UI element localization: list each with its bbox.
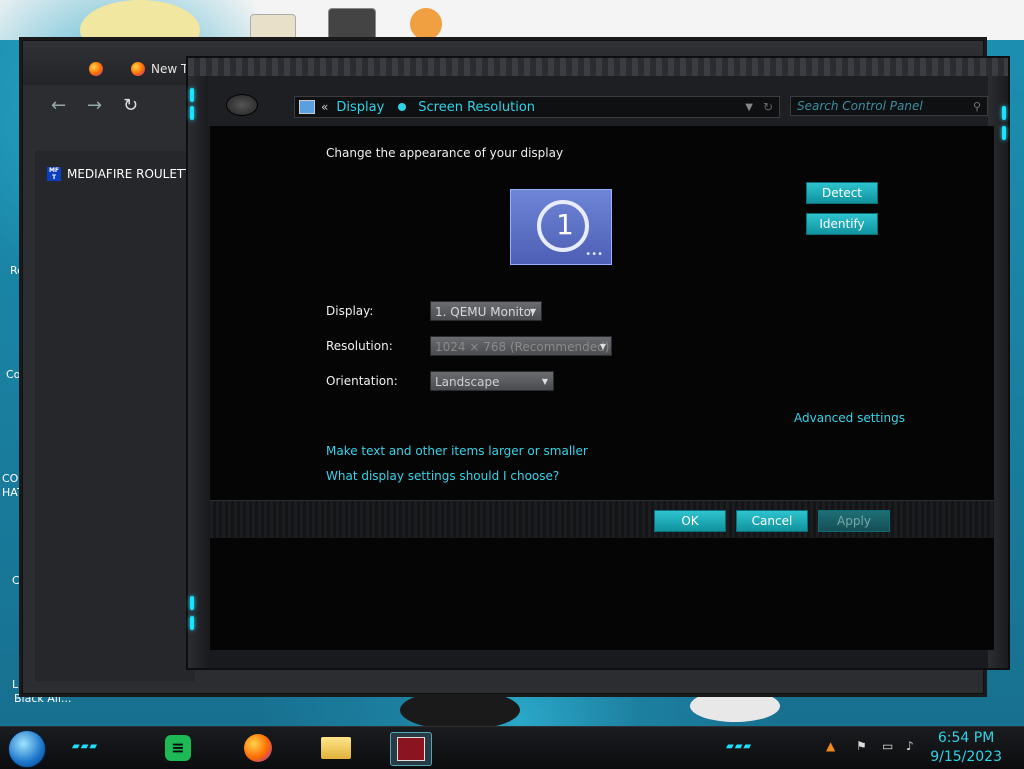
apply-button[interactable]: Apply bbox=[818, 510, 890, 532]
chevron-down-icon: ▼ bbox=[529, 307, 536, 316]
taskbar: ▰▰▰ ≡ ▰▰▰ ▲ ⚑ ▭ ♪ 6:54 PM 9/15/2023 bbox=[0, 726, 1024, 769]
monitor-number: 1 bbox=[556, 208, 574, 241]
ok-button[interactable]: OK bbox=[654, 510, 726, 532]
frame-led bbox=[190, 596, 194, 610]
search-input[interactable]: Search Control Panel ⚲ bbox=[790, 96, 988, 116]
breadcrumb-overflow[interactable]: « bbox=[321, 100, 328, 114]
frame-led bbox=[190, 106, 194, 120]
monitor-dots-icon: ••• bbox=[585, 249, 603, 260]
frame-led bbox=[190, 88, 194, 102]
resolution-select[interactable]: 1024 × 768 (Recommended) ▼ bbox=[430, 336, 612, 356]
breadcrumb-separator-icon[interactable] bbox=[398, 103, 407, 111]
cancel-button[interactable]: Cancel bbox=[736, 510, 808, 532]
back-forward-orb[interactable] bbox=[226, 94, 258, 116]
taskbar-led-decoration: ▰▰▰ bbox=[72, 741, 99, 752]
chevron-down-icon[interactable]: ▼ bbox=[745, 102, 753, 113]
desktop-label[interactable]: L bbox=[12, 678, 18, 691]
identify-button[interactable]: Identify bbox=[806, 213, 878, 235]
orientation-value: Landscape bbox=[435, 375, 500, 389]
detect-button[interactable]: Detect bbox=[806, 182, 878, 204]
desktop-label[interactable]: COI bbox=[2, 472, 22, 485]
bookmark-item[interactable]: MF T MEDIAFIRE ROULETTE! bbox=[47, 167, 204, 181]
browser-page bbox=[35, 151, 195, 681]
display-select[interactable]: 1. QEMU Monitor ▼ bbox=[430, 301, 542, 321]
resolution-label: Resolution: bbox=[326, 339, 393, 353]
window-title-bar[interactable] bbox=[188, 58, 1008, 76]
control-panel-window[interactable]: « Display Screen Resolution ▼ ↻ Search C… bbox=[186, 56, 1010, 670]
firefox-icon bbox=[244, 734, 272, 762]
resolution-value: 1024 × 768 (Recommended) bbox=[435, 340, 610, 354]
dialog-button-bar: OK Cancel Apply bbox=[210, 500, 994, 539]
orientation-select[interactable]: Landscape ▼ bbox=[430, 371, 554, 391]
advanced-settings-link[interactable]: Advanced settings bbox=[794, 411, 905, 425]
taskbar-clock[interactable]: 6:54 PM 9/15/2023 bbox=[930, 729, 1002, 767]
larger-text-link[interactable]: Make text and other items larger or smal… bbox=[326, 444, 588, 458]
start-button[interactable] bbox=[8, 730, 46, 768]
browser-tab-firefox[interactable] bbox=[89, 55, 103, 83]
firefox-icon bbox=[131, 62, 145, 76]
refresh-icon[interactable]: ↻ bbox=[763, 100, 773, 114]
display-label: Display: bbox=[326, 304, 374, 318]
taskbar-file-explorer[interactable] bbox=[316, 732, 356, 764]
network-icon[interactable]: ▭ bbox=[882, 739, 893, 753]
navigation-bar: « Display Screen Resolution ▼ ↻ Search C… bbox=[208, 76, 988, 126]
frame-led bbox=[1002, 106, 1006, 120]
search-icon[interactable]: ⚲ bbox=[973, 100, 981, 113]
desktop-icon-user[interactable] bbox=[410, 8, 442, 40]
breadcrumb-screen-resolution[interactable]: Screen Resolution bbox=[418, 100, 535, 115]
taskbar-control-panel[interactable] bbox=[390, 732, 432, 766]
desktop-label[interactable]: Co bbox=[6, 368, 20, 381]
display-value: 1. QEMU Monitor bbox=[435, 305, 536, 319]
frame-led bbox=[190, 616, 194, 630]
display-settings-help-link[interactable]: What display settings should I choose? bbox=[326, 469, 559, 483]
back-icon[interactable]: ← bbox=[51, 95, 66, 116]
chevron-down-icon: ▼ bbox=[599, 342, 606, 351]
volume-icon[interactable]: ♪ bbox=[906, 739, 914, 753]
desktop-label[interactable]: C bbox=[12, 574, 20, 587]
spotify-icon: ≡ bbox=[165, 735, 191, 761]
file-explorer-icon bbox=[321, 737, 351, 759]
breadcrumb-display[interactable]: Display bbox=[336, 100, 384, 115]
taskbar-led-decoration: ▰▰▰ bbox=[726, 741, 753, 752]
wallpaper-artwork bbox=[400, 690, 520, 730]
clock-time: 6:54 PM bbox=[937, 730, 995, 746]
mediafire-icon: MF T bbox=[47, 167, 61, 181]
address-bar[interactable]: « Display Screen Resolution ▼ ↻ bbox=[294, 96, 780, 118]
orientation-label: Orientation: bbox=[326, 374, 398, 388]
notification-icon[interactable]: ▲ bbox=[826, 739, 835, 753]
firefox-icon bbox=[89, 62, 103, 76]
control-panel-icon bbox=[299, 100, 315, 114]
page-title: Change the appearance of your display bbox=[326, 146, 564, 160]
monitor-tile[interactable]: 1 ••• bbox=[510, 189, 612, 265]
forward-icon[interactable]: → bbox=[87, 95, 102, 116]
clock-date: 9/15/2023 bbox=[930, 749, 1002, 765]
window-frame-left bbox=[188, 76, 208, 668]
reload-icon[interactable]: ↻ bbox=[123, 95, 138, 116]
taskbar-firefox[interactable] bbox=[238, 732, 278, 764]
action-center-flag-icon[interactable]: ⚑ bbox=[856, 739, 867, 753]
bookmark-label: MEDIAFIRE ROULETTE! bbox=[67, 167, 204, 181]
window-empty-area bbox=[210, 538, 994, 650]
frame-led bbox=[1002, 126, 1006, 140]
control-panel-icon bbox=[397, 737, 425, 761]
wallpaper-artwork bbox=[690, 690, 780, 722]
desktop-label[interactable]: HAT bbox=[2, 486, 24, 499]
browser-toolbar: ← → ↻ bbox=[23, 85, 199, 149]
screen-resolution-panel: Change the appearance of your display 1 … bbox=[210, 126, 994, 500]
chevron-down-icon: ▼ bbox=[541, 377, 548, 386]
search-placeholder: Search Control Panel bbox=[797, 99, 923, 113]
taskbar-spotify[interactable]: ≡ bbox=[158, 732, 198, 764]
